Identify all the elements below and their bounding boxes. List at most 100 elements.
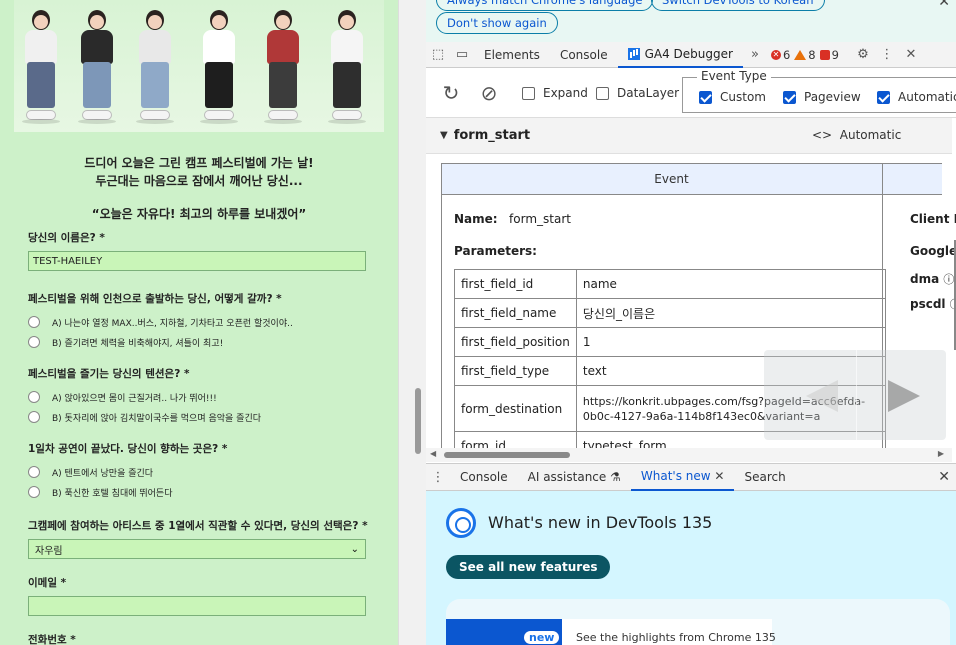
kid-figure bbox=[22, 6, 60, 124]
event-source-label: Automatic bbox=[839, 128, 902, 142]
device-toolbar-icon[interactable]: ▭ bbox=[450, 42, 474, 68]
expand-toggle[interactable]: Expand bbox=[522, 86, 588, 100]
warning-icon bbox=[794, 49, 807, 60]
depart-option-b[interactable]: B) 즐기려면 체력을 비축해야지, 셔틀이 최고! bbox=[28, 332, 368, 352]
depart-question: 페스티벌을 위해 인천으로 출발하는 당신, 어떻게 갈까? * bbox=[28, 293, 282, 305]
tab-label: AI assistance bbox=[527, 470, 607, 484]
dont-show-again-button[interactable]: Don't show again bbox=[436, 12, 558, 34]
param-value: name bbox=[575, 269, 887, 299]
warning-count[interactable]: 8 bbox=[794, 48, 816, 62]
hero-image-kids bbox=[14, 0, 384, 132]
radio-button[interactable] bbox=[28, 466, 40, 478]
media-overlay bbox=[764, 350, 946, 440]
issue-count[interactable]: 9 bbox=[819, 48, 839, 62]
day1-option-a[interactable]: A) 텐트에서 낭만을 즐긴다 bbox=[28, 462, 368, 482]
scroll-left-icon[interactable]: ◀ bbox=[430, 449, 436, 458]
param-key: first_field_type bbox=[454, 356, 577, 386]
pageview-label: Pageview bbox=[804, 90, 861, 104]
tab-drawer-console[interactable]: Console bbox=[450, 463, 518, 491]
event-row-header[interactable]: ▼ form_start <> Automatic bbox=[426, 118, 952, 154]
match-language-button[interactable]: Always match Chrome's language bbox=[436, 0, 654, 11]
close-icon[interactable]: ✕ bbox=[899, 42, 923, 68]
gear-icon[interactable]: ⚙ bbox=[851, 42, 875, 68]
checkbox[interactable] bbox=[596, 86, 609, 100]
chrome-devtools-logo-icon bbox=[446, 508, 476, 538]
more-tabs-icon[interactable]: » bbox=[743, 42, 767, 68]
card-text: See the highlights from Chrome 135 bbox=[576, 631, 776, 644]
horizontal-scroll-thumb[interactable] bbox=[444, 452, 570, 458]
tension-option-b[interactable]: B) 돗자리에 앉아 김치말이국수를 먹으며 음악을 즐긴다 bbox=[28, 407, 368, 427]
kid-figure bbox=[136, 6, 174, 124]
client-column-header bbox=[883, 164, 942, 195]
info-icon[interactable]: ⓘ bbox=[943, 273, 954, 286]
radio-button[interactable] bbox=[28, 411, 40, 423]
tension-option-a[interactable]: A) 앉아있으면 몸이 근질거려.. 나가 뛰어!!! bbox=[28, 387, 368, 407]
param-key: first_field_id bbox=[454, 269, 577, 299]
page-scroll-thumb[interactable] bbox=[415, 388, 421, 454]
rewind-icon[interactable] bbox=[806, 380, 838, 412]
parameters-heading: Parameters: bbox=[454, 244, 537, 258]
name-input[interactable] bbox=[28, 251, 366, 271]
checkbox[interactable] bbox=[522, 86, 535, 100]
filter-custom[interactable]: Custom bbox=[699, 90, 766, 104]
play-icon[interactable] bbox=[888, 380, 920, 412]
panel-horizontal-scrollbar[interactable]: ◀ ▶ bbox=[426, 448, 952, 462]
tab-console[interactable]: Console bbox=[550, 42, 618, 68]
filter-pageview[interactable]: Pageview bbox=[783, 90, 861, 104]
error-count[interactable]: ✕ 6 bbox=[770, 48, 790, 62]
collapse-caret-icon[interactable]: ▼ bbox=[440, 130, 448, 141]
radio-button[interactable] bbox=[28, 316, 40, 328]
tab-search[interactable]: Search bbox=[734, 463, 795, 491]
checkbox[interactable] bbox=[699, 90, 712, 104]
see-all-features-button[interactable]: See all new features bbox=[446, 555, 611, 579]
day1-option-b[interactable]: B) 푹신한 호텔 침대에 뛰어든다 bbox=[28, 482, 368, 502]
param-value: 당신의_이름은 bbox=[575, 298, 887, 328]
radio-button[interactable] bbox=[28, 391, 40, 403]
checkbox[interactable] bbox=[783, 90, 796, 104]
intro-line: 두근대는 마음으로 잠에서 깨어난 당신... bbox=[95, 174, 303, 188]
name-question: 당신의 이름은? * bbox=[28, 232, 105, 244]
depart-option-a[interactable]: A) 나는야 열정 MAX..버스, 지하철, 기차타고 오픈런 할것이야.. bbox=[28, 312, 368, 332]
tab-ga4-debugger[interactable]: GA4 Debugger bbox=[617, 42, 743, 68]
close-icon[interactable]: ✕ bbox=[938, 469, 950, 485]
table-row: first_field_name 당신의_이름은 bbox=[454, 298, 887, 328]
scroll-right-icon[interactable]: ▶ bbox=[938, 449, 944, 458]
close-icon[interactable]: ✕ bbox=[938, 0, 950, 10]
kid-figure bbox=[78, 6, 116, 124]
tab-ai-assistance[interactable]: AI assistance ⚗ bbox=[518, 463, 631, 491]
drawer-menu-icon[interactable]: ⋮ bbox=[426, 464, 450, 490]
event-type-filter: Event Type Custom Pageview Automatic bbox=[682, 69, 956, 113]
switch-korean-button[interactable]: Switch DevTools to Korean bbox=[651, 0, 825, 11]
page-scrollbar[interactable] bbox=[398, 0, 426, 645]
new-badge: new bbox=[524, 631, 560, 644]
flask-icon: ⚗ bbox=[610, 470, 621, 484]
radio-button[interactable] bbox=[28, 336, 40, 348]
intro-text: 드디어 오늘은 그린 캠프 페스티벌에 가는 날! 두근대는 마음으로 잠에서 … bbox=[0, 154, 398, 190]
option-label: B) 푹신한 호텔 침대에 뛰어든다 bbox=[52, 488, 173, 499]
filter-automatic[interactable]: Automatic bbox=[877, 90, 956, 104]
dma-label: dma ⓘ bbox=[910, 271, 954, 287]
landing-page: 드디어 오늘은 그린 캠프 페스티벌에 가는 날! 두근대는 마음으로 잠에서 … bbox=[0, 0, 398, 645]
artist-select[interactable]: 자우림 ⌄ bbox=[28, 539, 366, 559]
parameters-label: Parameters: bbox=[454, 244, 537, 258]
radio-button[interactable] bbox=[28, 486, 40, 498]
clear-icon[interactable]: ⊘ bbox=[478, 82, 500, 104]
table-row: first_field_id name bbox=[454, 269, 887, 299]
dma-text: dma bbox=[910, 272, 940, 286]
tab-whats-new[interactable]: What's new ✕ bbox=[630, 463, 735, 491]
datalayer-toggle[interactable]: DataLayer bbox=[596, 86, 679, 100]
tab-elements[interactable]: Elements bbox=[474, 42, 550, 68]
option-label: A) 나는야 열정 MAX..버스, 지하철, 기차타고 오픈런 할것이야.. bbox=[52, 318, 293, 329]
event-column-header: Event bbox=[442, 164, 901, 195]
kebab-menu-icon[interactable]: ⋮ bbox=[875, 42, 899, 68]
highlights-card[interactable]: new See the highlights from Chrome 135 bbox=[446, 599, 950, 645]
name-label: Name: bbox=[454, 212, 498, 226]
inspect-element-icon[interactable]: ⬚ bbox=[426, 42, 450, 68]
refresh-icon[interactable]: ↻ bbox=[440, 82, 462, 104]
pscdl-label: pscdl ⓘ bbox=[910, 296, 956, 312]
intro-line: 드디어 오늘은 그린 캠프 페스티벌에 가는 날! bbox=[84, 156, 314, 170]
checkbox[interactable] bbox=[877, 90, 890, 104]
kid-figure bbox=[264, 6, 302, 124]
close-icon[interactable]: ✕ bbox=[714, 469, 724, 483]
email-input[interactable] bbox=[28, 596, 366, 616]
